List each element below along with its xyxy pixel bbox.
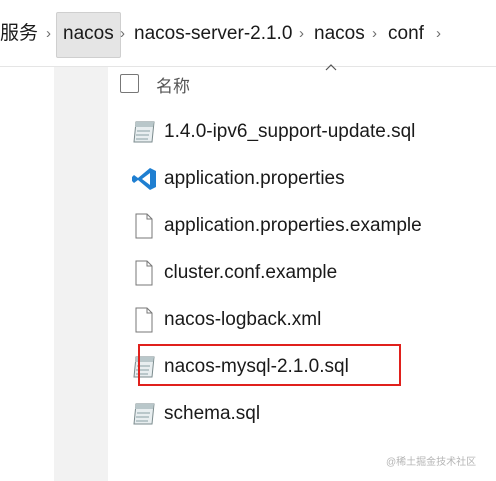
file-name[interactable]: schema.sql: [164, 403, 260, 425]
column-header-name[interactable]: 名称: [156, 72, 190, 97]
breadcrumb-item-conf[interactable]: conf: [388, 12, 424, 56]
breadcrumb-separator[interactable]: ›: [436, 12, 441, 56]
sql-file-icon: [130, 400, 158, 428]
breadcrumb-item-nacos[interactable]: nacos: [56, 12, 121, 58]
breadcrumb-separator[interactable]: ›: [120, 12, 125, 56]
navigation-pane: [54, 67, 108, 481]
file-name[interactable]: application.properties.example: [164, 215, 422, 237]
breadcrumb-item-nacos-2[interactable]: nacos: [314, 12, 365, 56]
highlight-annotation-box: [138, 344, 401, 386]
breadcrumb-bar: 服务 › nacos › nacos-server-2.1.0 › nacos …: [0, 0, 496, 67]
chevron-up-icon[interactable]: [325, 58, 337, 74]
breadcrumb-item-nacos-server[interactable]: nacos-server-2.1.0: [134, 12, 292, 56]
document-icon: [130, 212, 158, 240]
document-icon: [130, 306, 158, 334]
document-icon: [130, 259, 158, 287]
file-name[interactable]: cluster.conf.example: [164, 262, 337, 284]
watermark: @稀土掘金技术社区: [386, 457, 477, 468]
breadcrumb-separator[interactable]: ›: [299, 12, 304, 56]
file-name[interactable]: nacos-logback.xml: [164, 309, 321, 331]
vscode-icon: [130, 165, 158, 193]
select-all-checkbox[interactable]: [120, 74, 139, 93]
sql-file-icon: [130, 118, 158, 146]
breadcrumb-separator[interactable]: ›: [46, 12, 51, 56]
file-name[interactable]: application.properties: [164, 168, 345, 190]
file-name[interactable]: 1.4.0-ipv6_support-update.sql: [164, 121, 415, 143]
breadcrumb-separator[interactable]: ›: [372, 12, 377, 56]
breadcrumb-item-services[interactable]: 服务: [0, 12, 38, 56]
